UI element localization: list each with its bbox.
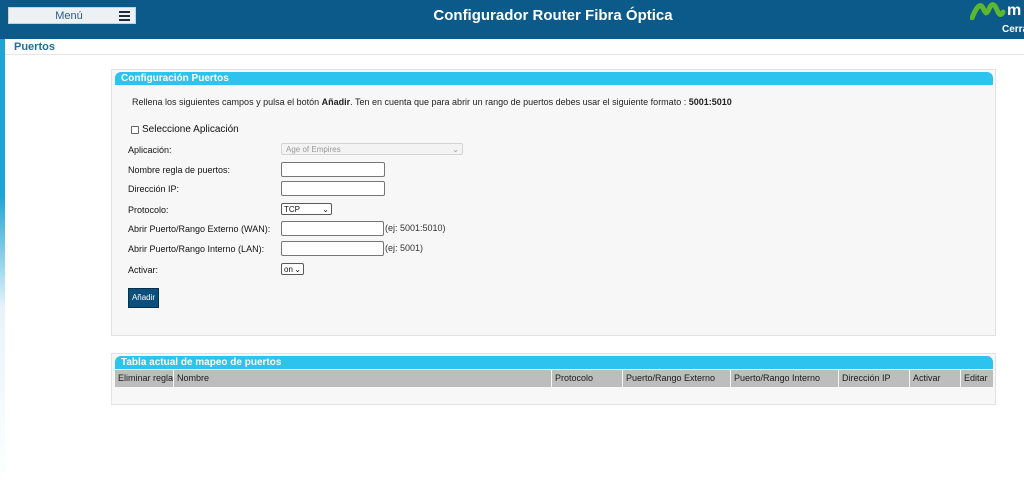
instructions-text: Rellena los siguientes campos y pulsa el… [132, 97, 732, 107]
activate-value: on [284, 265, 293, 274]
port-config-panel: Configuración Puertos Rellena los siguie… [111, 69, 996, 336]
column-header: Puerto/Rango Interno [731, 370, 839, 387]
panel-title: Configuración Puertos [121, 73, 229, 84]
app-title: Configurador Router Fibra Óptica [433, 7, 673, 24]
column-header: Puerto/Rango Externo [623, 370, 731, 387]
activate-label: Activar: [128, 265, 159, 275]
external-port-hint: (ej: 5001:5010) [385, 223, 446, 233]
ip-address-input[interactable] [281, 181, 385, 196]
instructions-add-word: Añadir [321, 97, 351, 107]
column-header: Activar [910, 370, 961, 387]
column-header: Eliminar regla [115, 370, 174, 387]
chevron-down-icon: ⌄ [294, 265, 301, 274]
port-mapping-table-panel: Tabla actual de mapeo de puertos Elimina… [111, 353, 996, 405]
page: Menú Configurador Router Fibra Óptica m … [0, 0, 1024, 488]
chevron-down-icon: ⌄ [322, 205, 329, 214]
top-header-bar: Menú Configurador Router Fibra Óptica m … [0, 0, 1024, 39]
select-app-checkbox[interactable] [131, 126, 139, 134]
table-header-row: Eliminar regla Nombre Protocolo Puerto/R… [115, 370, 993, 387]
panel-header: Tabla actual de mapeo de puertos [115, 356, 993, 369]
left-accent-strip [0, 39, 5, 488]
external-port-label: Abrir Puerto/Rango Externo (WAN): [128, 224, 271, 234]
column-header: Dirección IP [839, 370, 910, 387]
breadcrumb: Puertos [14, 41, 55, 53]
breadcrumb-divider [5, 54, 1024, 55]
external-port-input[interactable] [281, 221, 384, 236]
logo-text: m [1007, 2, 1021, 19]
application-select[interactable]: Age of Empires ⌄ [281, 143, 463, 155]
panel-title: Tabla actual de mapeo de puertos [121, 357, 282, 368]
column-header: Nombre [174, 370, 552, 387]
column-header: Protocolo [552, 370, 623, 387]
protocol-select[interactable]: TCP ⌄ [281, 203, 332, 215]
instructions-prefix: Rellena los siguientes campos y pulsa el… [132, 97, 322, 107]
instructions-middle: . Ten en cuenta que para abrir un rango … [350, 97, 689, 107]
column-header: Editar [961, 370, 993, 387]
protocol-value: TCP [284, 205, 300, 214]
select-app-label: Seleccione Aplicación [142, 124, 239, 135]
internal-port-input[interactable] [281, 241, 384, 256]
logout-link[interactable]: Cerra [1002, 24, 1024, 35]
internal-port-label: Abrir Puerto/Rango Interno (LAN): [128, 244, 265, 254]
rule-name-label: Nombre regla de puertos: [128, 165, 231, 175]
instructions-format: 5001:5010 [688, 97, 732, 107]
application-value: Age of Empires [286, 145, 341, 154]
protocol-label: Protocolo: [128, 205, 169, 215]
rule-name-input[interactable] [281, 162, 385, 177]
add-button[interactable]: Añadir [128, 288, 159, 308]
internal-port-hint: (ej: 5001) [385, 243, 424, 253]
activate-select[interactable]: on ⌄ [281, 263, 304, 275]
panel-header: Configuración Puertos [115, 72, 993, 85]
ip-address-label: Dirección IP: [128, 184, 180, 194]
movistar-logo: m [970, 2, 1021, 20]
application-label: Aplicación: [128, 145, 172, 155]
chevron-down-icon: ⌄ [452, 145, 459, 154]
add-button-label: Añadir [131, 293, 156, 302]
